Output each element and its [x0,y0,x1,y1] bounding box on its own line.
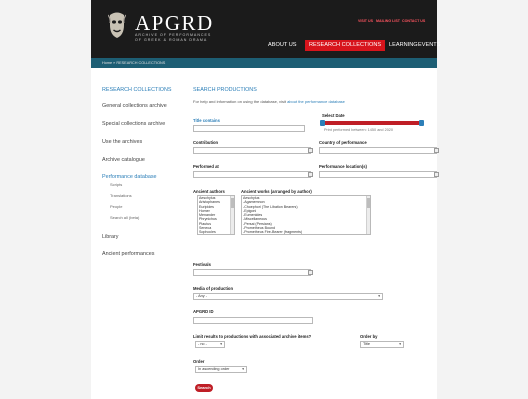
chevron-down-icon: ▾ [220,342,222,346]
authors-scroll-thumb[interactable] [231,198,234,208]
order-value: In ascending order [198,367,230,371]
sidebar-subitem-scripts[interactable]: Scripts [110,182,122,187]
help-text: For help and information on using the da… [193,99,345,104]
title-contains-label: Title contains [193,118,220,123]
performance-location-label: Performance location(s) [319,164,367,169]
works-scrollbar[interactable] [366,196,370,234]
contribution-label: Contribution [193,140,219,145]
sidebar-item-ancient-performances[interactable]: Ancient performances [102,251,154,257]
sidebar-heading-research-collections[interactable]: RESEARCH COLLECTIONS [102,87,172,93]
country-lookup-button[interactable] [434,148,439,153]
contribution-input[interactable] [193,147,311,154]
performance-location-lookup-button[interactable] [434,172,439,177]
date-range-min-handle[interactable] [320,120,325,126]
limit-results-select[interactable]: - no - ▾ [195,341,225,348]
date-range-max-handle[interactable] [419,120,424,126]
works-scroll-thumb[interactable] [367,198,370,208]
select-date-label: Select Date [322,113,345,118]
limit-results-value: - no - [198,342,207,346]
chevron-down-icon: ▾ [242,367,244,371]
sidebar-subitem-people[interactable]: People [110,204,122,209]
ancient-authors-label: Ancient authors [193,189,225,194]
festivals-input[interactable] [193,269,311,276]
performance-location-input[interactable] [319,171,437,178]
logo-subtitle-line-2: OF GREEK & ROMAN DRAMA [135,38,208,42]
performed-at-input[interactable] [193,171,311,178]
date-range-hint: Print performed between: 1450 and 2020 [324,128,394,132]
list-item[interactable]: Sophocles [198,230,234,234]
ancient-authors-listbox[interactable]: Aeschylus Aristophanes Euripides Homer M… [197,195,235,235]
sidebar-subitem-search-all[interactable]: Search all (beta) [110,215,139,220]
theatre-mask-icon[interactable] [108,11,126,39]
apgrd-id-label: APGRD ID [193,309,214,314]
ancient-works-label: Ancient works (arranged by author) [241,189,312,194]
search-button[interactable]: Search [195,384,213,392]
festivals-lookup-button[interactable] [308,270,313,275]
title-contains-input[interactable] [193,125,305,132]
sidebar-item-special-collections[interactable]: Special collections archive [102,121,165,127]
performed-at-label: Performed at [193,164,219,169]
country-label: Country of performance [319,140,367,145]
page-frame: APGRD ARCHIVE OF PERFORMANCES OF GREEK &… [91,0,440,399]
sidebar-item-archive-catalogue[interactable]: Archive catalogue [102,157,145,163]
sidebar-item-performance-database[interactable]: Performance database [102,174,157,180]
chevron-down-icon: ▾ [378,294,380,298]
breadcrumb[interactable]: Home » RESEARCH COLLECTIONS [102,61,165,65]
sidebar-item-use-the-archives[interactable]: Use the archives [102,139,142,145]
country-input[interactable] [319,147,437,154]
nav-learning[interactable]: LEARNING [389,40,418,51]
ancient-works-listbox[interactable]: Aeschylus -Agamemnon -Choephori (The Lib… [241,195,371,235]
list-item[interactable]: -Prometheus Fire-Bearer (fragments) [242,230,370,234]
order-label: Order [193,359,205,364]
help-link[interactable]: about the performance database [287,99,345,104]
authors-scrollbar[interactable] [230,196,234,234]
apgrd-id-input[interactable] [193,317,313,324]
order-select[interactable]: In ascending order ▾ [195,366,247,373]
help-text-prefix: For help and information on using the da… [193,99,286,104]
media-of-production-select[interactable]: - Any - ▾ [193,293,383,300]
date-range-slider[interactable] [323,121,422,125]
logo-subtitle-line-1: ARCHIVE OF PERFORMANCES [135,33,212,37]
sidebar-subitem-translations[interactable]: Translations [110,193,132,198]
util-link-contact-us[interactable]: CONTACT US [402,19,425,23]
site-header: APGRD ARCHIVE OF PERFORMANCES OF GREEK &… [91,0,440,58]
order-by-label: Order by [360,334,378,339]
media-of-production-label: Media of production [193,286,234,291]
festivals-label: Festivals [193,262,211,267]
sidebar-item-library[interactable]: Library [102,234,118,240]
nav-about-us[interactable]: ABOUT US [268,40,297,51]
media-of-production-value: - Any - [196,294,207,298]
chevron-down-icon: ▾ [399,342,401,346]
page-title: SEARCH PRODUCTIONS [193,87,257,93]
page: APGRD ARCHIVE OF PERFORMANCES OF GREEK &… [0,0,528,399]
nav-research-collections[interactable]: RESEARCH COLLECTIONS [305,40,386,51]
util-link-mailing-list[interactable]: MAILING LIST [376,19,400,23]
order-by-select[interactable]: Title ▾ [360,341,404,348]
sidebar-item-general-collections[interactable]: General collections archive [102,103,167,109]
nav-events[interactable]: EVENTS [418,40,440,51]
order-by-value: Title [363,342,371,346]
util-link-visit-us[interactable]: VISIT US [358,19,373,23]
performed-at-lookup-button[interactable] [308,172,313,177]
contribution-lookup-button[interactable] [308,148,313,153]
limit-results-label: Limit results to productions with associ… [193,334,312,339]
